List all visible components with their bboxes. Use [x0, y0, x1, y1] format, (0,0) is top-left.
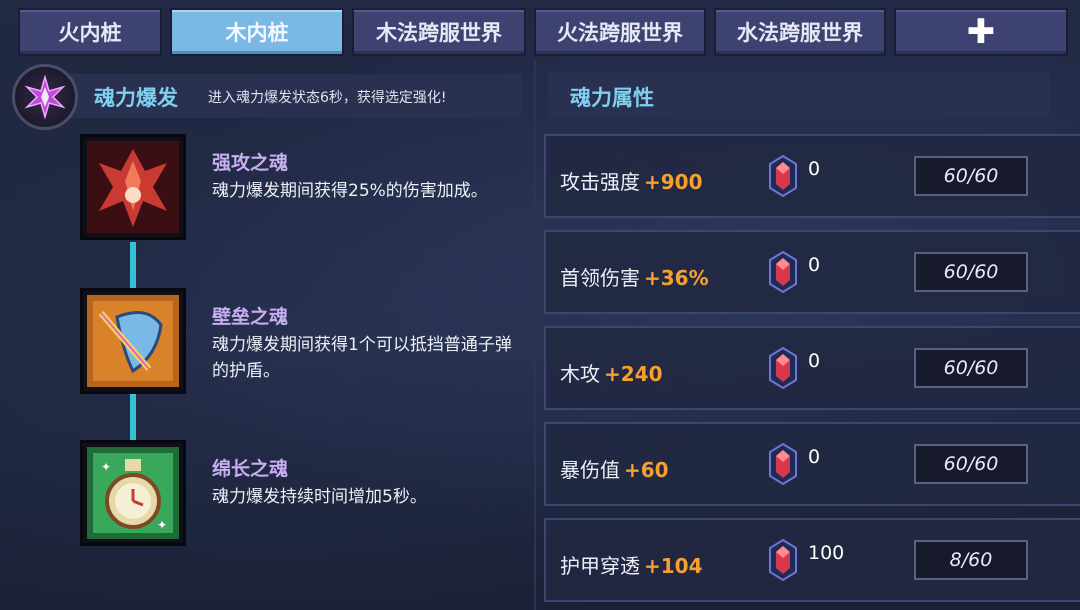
- soul-description: 魂力爆发期间获得25%的伤害加成。: [212, 181, 488, 201]
- soul-name: 绵长之魂: [212, 458, 289, 480]
- crystal-count: 0: [808, 158, 821, 180]
- attribute-row-attack: 攻击强度 +900 0 60/60: [544, 134, 1080, 218]
- attribute-row-crit-damage: 暴伤值 +60 0 60/60: [544, 422, 1080, 506]
- soul-crystal-icon: [769, 442, 797, 486]
- soul-name: 壁垒之魂: [212, 306, 289, 328]
- tab-wood-cross-server[interactable]: 木法跨服世界: [352, 8, 526, 56]
- svg-text:✦: ✦: [101, 460, 111, 474]
- crystal-count: 0: [808, 446, 821, 468]
- attribute-name: 攻击强度 +900: [560, 166, 703, 195]
- attribute-row-wood-attack: 木攻 +240 0 60/60: [544, 326, 1080, 410]
- attribute-label: 木攻: [560, 362, 600, 386]
- attribute-progress: 8/60: [914, 540, 1028, 580]
- attribute-row-armor-penetration: 护甲穿透 +104 100 8/60: [544, 518, 1080, 602]
- skill-title: 魂力爆发: [94, 86, 178, 110]
- tab-fire-cross-server[interactable]: 火法跨服世界: [534, 8, 706, 56]
- attribute-bonus: +240: [604, 362, 663, 386]
- soul-option-assault[interactable]: 强攻之魂 魂力爆发期间获得25%的伤害加成。: [80, 134, 530, 244]
- svg-text:✦: ✦: [157, 518, 167, 532]
- soul-crystal-icon: [769, 154, 797, 198]
- attribute-bonus: +104: [644, 554, 703, 578]
- attribute-label: 护甲穿透: [560, 554, 640, 578]
- soul-connector: [130, 242, 136, 290]
- attribute-progress: 60/60: [914, 156, 1028, 196]
- soul-option-lasting[interactable]: ✦ ✦ 绵长之魂 魂力爆发持续时间增加5秒。: [80, 440, 530, 550]
- tab-bar: 火内桩 木内桩 木法跨服世界 火法跨服世界 水法跨服世界 ✚: [0, 8, 1080, 58]
- attribute-name: 护甲穿透 +104: [560, 550, 703, 579]
- attributes-header: 魂力属性: [548, 72, 1050, 118]
- attribute-progress: 60/60: [914, 444, 1028, 484]
- attribute-row-boss-damage: 首领伤害 +36% 0 60/60: [544, 230, 1080, 314]
- tab-water-cross-server[interactable]: 水法跨服世界: [714, 8, 886, 56]
- skill-description: 进入魂力爆发状态6秒，获得选定强化!: [208, 90, 447, 106]
- soul-crystal-icon: [769, 250, 797, 294]
- soul-option-bulwark[interactable]: 壁垒之魂 魂力爆发期间获得1个可以抵挡普通子弹的护盾。: [80, 288, 530, 398]
- add-tab-button[interactable]: ✚: [894, 8, 1068, 56]
- soul-crystal-icon: [769, 346, 797, 390]
- soul-name: 强攻之魂: [212, 152, 289, 174]
- attribute-name: 首领伤害 +36%: [560, 262, 709, 291]
- crystal-count: 100: [808, 542, 845, 564]
- soul-burst-icon: [12, 64, 78, 130]
- crystal-count: 0: [808, 350, 821, 372]
- attribute-bonus: +36%: [644, 266, 709, 290]
- attribute-label: 首领伤害: [560, 266, 640, 290]
- attribute-bonus: +60: [624, 458, 669, 482]
- soul-crystal-icon: [769, 538, 797, 582]
- soul-description: 魂力爆发持续时间增加5秒。: [212, 487, 427, 507]
- attribute-bonus: +900: [644, 170, 703, 194]
- attribute-name: 木攻 +240: [560, 358, 663, 387]
- soul-connector: [130, 392, 136, 440]
- tab-wood-inner[interactable]: 木内桩: [170, 8, 344, 56]
- crystal-count: 0: [808, 254, 821, 276]
- attribute-progress: 60/60: [914, 252, 1028, 292]
- attribute-progress: 60/60: [914, 348, 1028, 388]
- attribute-name: 暴伤值 +60: [560, 454, 669, 483]
- attribute-label: 暴伤值: [560, 458, 620, 482]
- plus-icon: ✚: [966, 12, 996, 52]
- panel-divider: [534, 60, 536, 610]
- soul-description: 魂力爆发期间获得1个可以抵挡普通子弹的护盾。: [212, 335, 512, 381]
- clock-bottle-icon: ✦ ✦: [80, 440, 186, 546]
- flame-claw-icon: [80, 134, 186, 240]
- attributes-title: 魂力属性: [570, 86, 654, 110]
- shield-sword-icon: [80, 288, 186, 394]
- skill-header: 魂力爆发 进入魂力爆发状态6秒，获得选定强化!: [12, 64, 522, 130]
- attribute-label: 攻击强度: [560, 170, 640, 194]
- tab-fire-inner[interactable]: 火内桩: [18, 8, 162, 56]
